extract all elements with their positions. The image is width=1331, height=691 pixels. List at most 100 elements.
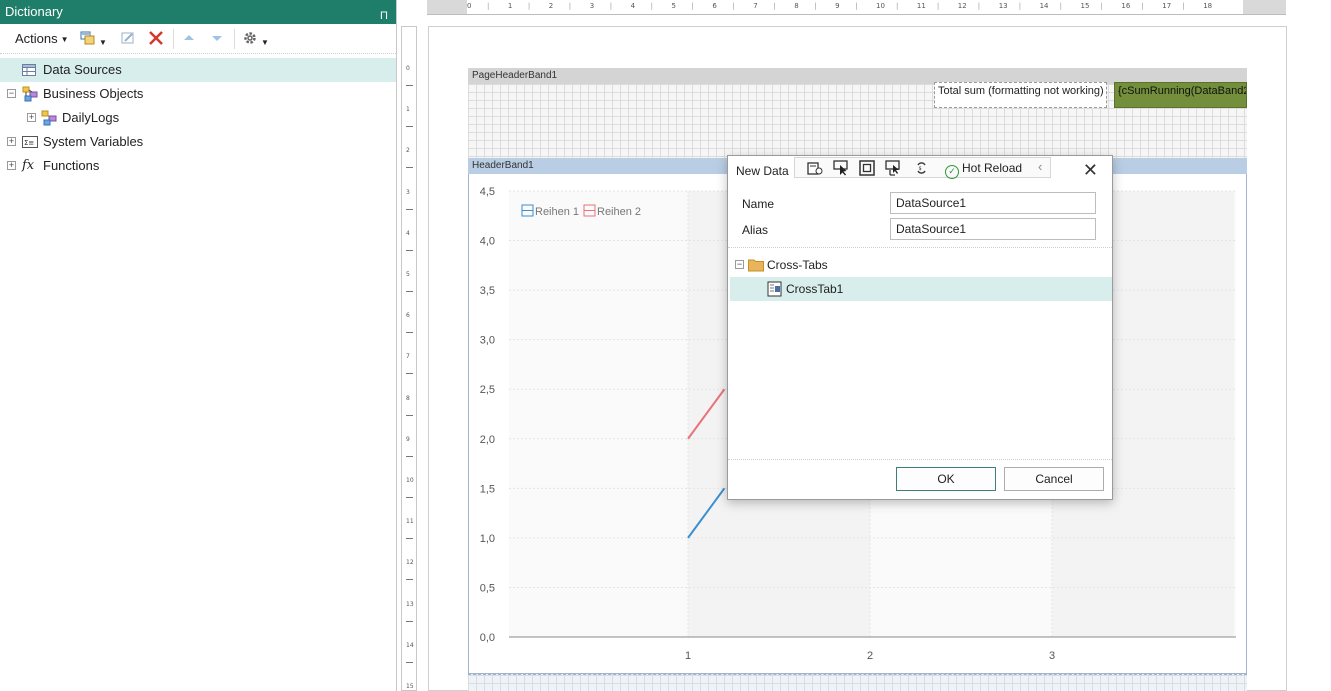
legend-label: Reihen 2 — [597, 206, 641, 218]
edit-icon — [121, 32, 134, 44]
business-object-icon — [41, 110, 57, 126]
tree-item-dailylogs[interactable]: + DailyLogs — [0, 106, 396, 130]
ruler-tick: | — [1100, 2, 1103, 10]
name-input[interactable] — [890, 192, 1096, 214]
designer-quick-toolbar: $ ✓ Hot Reload ‹ — [794, 157, 1051, 179]
collapse-icon[interactable]: − — [7, 89, 16, 98]
move-up-button[interactable] — [182, 30, 196, 48]
chevron-down-icon: ▼ — [60, 34, 69, 44]
ruler-number: 15 — [1080, 2, 1090, 10]
ruler-number: 18 — [1203, 2, 1213, 10]
cancel-button[interactable]: Cancel — [1004, 467, 1104, 491]
ruler-tick: | — [1059, 2, 1062, 10]
ruler-number: 7 — [753, 2, 758, 10]
refresh-icon[interactable]: $ — [915, 162, 928, 174]
ruler-number: 14 — [1039, 2, 1049, 10]
ruler-tick: | — [487, 2, 490, 10]
expand-icon[interactable]: + — [27, 113, 36, 122]
ruler-tick: | — [896, 2, 899, 10]
ruler-number: 4 — [406, 229, 410, 237]
tree-item-data-sources[interactable]: Data Sources — [0, 58, 396, 82]
ruler-number: 0 — [467, 2, 472, 10]
expand-icon[interactable]: + — [7, 161, 16, 170]
resize-icon[interactable] — [885, 160, 901, 176]
move-down-button[interactable] — [210, 30, 224, 48]
ruler-number: 0 — [406, 65, 410, 72]
ruler-tick: | — [936, 2, 940, 10]
delete-button[interactable] — [148, 30, 164, 48]
ruler-number: 2 — [548, 2, 554, 10]
functions-icon: fx — [22, 158, 35, 173]
move-down-icon — [212, 36, 222, 41]
name-label: Name — [742, 197, 775, 211]
dictionary-title-bar: Dictionary Π — [0, 0, 396, 24]
ruler-tick: | — [1018, 2, 1022, 10]
ruler-number: 8 — [794, 2, 799, 10]
chevron-left-icon[interactable]: ‹ — [1038, 159, 1042, 174]
sum-running-textbox[interactable]: {cSumRunning(DataBand2 — [1114, 82, 1247, 108]
tree-item-system-variables[interactable]: + Σ≡ System Variables — [0, 130, 396, 154]
y-tick-label: 2,5 — [480, 384, 495, 396]
ruler-number: 5 — [671, 2, 676, 10]
tree-item-cross-tabs[interactable]: − Cross-Tabs — [728, 253, 1112, 277]
ruler-tick — [406, 455, 413, 457]
dialog-title: New Data — [736, 164, 789, 178]
ruler-tick — [406, 291, 413, 292]
ruler-tick: | — [855, 2, 858, 10]
ruler-tick: | — [1182, 2, 1185, 10]
ruler-number: 9 — [406, 435, 410, 443]
settings-button[interactable]: ▼ — [242, 30, 269, 48]
crosstab-icon — [767, 281, 782, 297]
tree-item-business-objects[interactable]: − Business Objects — [0, 82, 396, 106]
add-component-icon[interactable] — [807, 160, 823, 176]
tree-item-functions[interactable]: + fx Functions — [0, 154, 396, 178]
toolbar-divider — [173, 29, 174, 49]
tree-item-label: Cross-Tabs — [767, 258, 828, 272]
ruler-number: 11 — [406, 518, 414, 526]
ruler-tick — [406, 538, 413, 540]
ruler-tick — [406, 497, 413, 498]
tree-item-crosstab1[interactable]: CrossTab1 — [730, 277, 1112, 301]
ruler-number: 9 — [835, 2, 840, 10]
ruler-tick: | — [732, 2, 735, 10]
total-sum-textbox[interactable]: Total sum (formatting not working) — [934, 82, 1107, 108]
ruler-number: 10 — [876, 2, 885, 10]
ruler-number: 1 — [507, 2, 513, 10]
ruler-tick — [406, 414, 413, 416]
legend-label: Reihen 1 — [535, 206, 579, 218]
ruler-number: 6 — [712, 2, 717, 10]
new-item-button[interactable]: ▼ — [80, 30, 107, 48]
ruler-tick — [406, 208, 413, 210]
ruler-tick: | — [527, 2, 531, 10]
ruler-number: 16 — [1121, 2, 1131, 10]
folder-icon — [748, 259, 764, 272]
close-icon[interactable]: ✕ — [1083, 160, 1098, 181]
ruler-tick — [406, 249, 413, 251]
alias-label: Alias — [742, 223, 769, 237]
ok-button[interactable]: OK — [896, 467, 996, 491]
hot-reload-label: Hot Reload — [962, 161, 1023, 175]
ruler-number: 8 — [406, 394, 410, 402]
collapse-icon[interactable]: − — [735, 260, 744, 269]
ruler-tick: | — [773, 2, 776, 10]
ruler-number: 7 — [406, 353, 410, 361]
ruler-number: 12 — [406, 559, 414, 567]
y-tick-label: 0,0 — [480, 632, 495, 644]
tree-item-label: DailyLogs — [62, 110, 120, 125]
actions-menu-button[interactable]: Actions ▼ — [15, 30, 69, 48]
data-band — [468, 674, 1247, 691]
move-up-icon — [184, 35, 194, 40]
dictionary-panel: Dictionary Π Actions▼ ▼ ▼ Data Sources — [0, 0, 397, 691]
expand-icon[interactable]: + — [7, 137, 16, 146]
new-item-icon — [80, 31, 95, 45]
y-tick-label: 1,5 — [480, 483, 495, 495]
ruler-tick — [406, 85, 413, 86]
ruler-tick — [406, 579, 413, 581]
alias-input[interactable] — [890, 218, 1096, 240]
frame-icon[interactable] — [859, 160, 875, 176]
ruler-tick: | — [1141, 2, 1144, 10]
y-tick-label: 3,5 — [480, 285, 495, 297]
select-icon[interactable] — [833, 160, 849, 176]
edit-button[interactable] — [120, 30, 136, 48]
hot-reload-toggle[interactable]: ✓ Hot Reload — [945, 159, 1022, 179]
